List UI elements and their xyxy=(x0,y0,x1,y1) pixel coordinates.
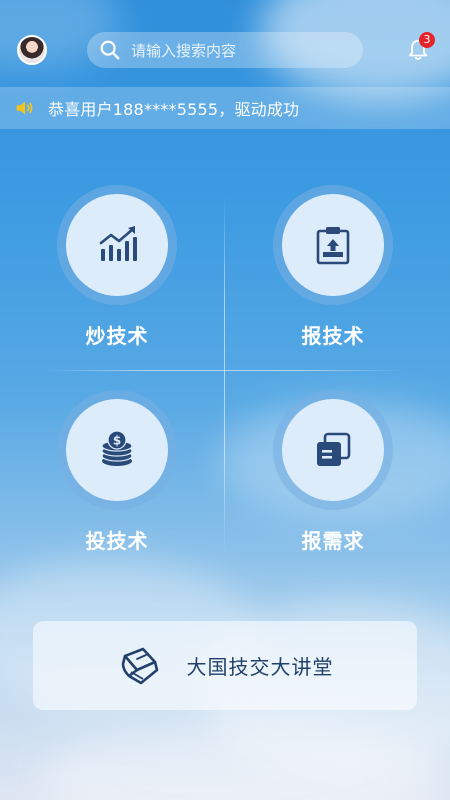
notification-badge: 3 xyxy=(419,32,435,48)
grid-divider-horizontal xyxy=(45,370,405,371)
clipboard-upload-icon xyxy=(316,227,350,265)
search-placeholder: 请输入搜索内容 xyxy=(131,41,237,60)
menu-item-icon-disc: $ xyxy=(66,399,168,501)
search-icon xyxy=(100,40,120,60)
menu-item-icon-disc xyxy=(282,194,384,296)
menu-item-label: 报技术 xyxy=(301,324,365,348)
menu-item-bao-xuqiu[interactable]: 报需求 xyxy=(263,390,403,570)
menu-item-icon-disc xyxy=(282,399,384,501)
book-icon xyxy=(121,647,158,684)
notice-bar: 恭喜用户188****5555，驱动成功 xyxy=(0,87,450,129)
speaker-icon xyxy=(16,101,33,115)
menu-item-icon-ring xyxy=(273,390,393,510)
grid-divider-vertical xyxy=(224,195,225,555)
documents-icon xyxy=(317,432,351,466)
coins-stack-icon: $ xyxy=(101,430,133,466)
search-bar[interactable]: 请输入搜索内容 xyxy=(87,32,363,68)
lecture-button[interactable]: 大国技交大讲堂 xyxy=(33,621,417,710)
menu-item-label: 炒技术 xyxy=(85,324,149,348)
lecture-label: 大国技交大讲堂 xyxy=(186,655,334,679)
menu-item-bao-jishu[interactable]: 报技术 xyxy=(263,185,403,365)
menu-item-label: 报需求 xyxy=(301,529,365,553)
chart-bars-icon xyxy=(99,226,137,261)
menu-item-icon-ring xyxy=(57,185,177,305)
menu-item-icon-disc xyxy=(66,194,168,296)
svg-text:$: $ xyxy=(113,434,121,448)
avatar[interactable] xyxy=(17,35,47,65)
menu-item-icon-ring: $ xyxy=(57,390,177,510)
notice-text: 恭喜用户188****5555，驱动成功 xyxy=(48,100,300,119)
menu-item-chao-jishu[interactable]: 炒技术 xyxy=(47,185,187,365)
menu-item-label: 投技术 xyxy=(85,529,149,553)
menu-item-tou-jishu[interactable]: $ 投技术 xyxy=(47,390,187,570)
menu-item-icon-ring xyxy=(273,185,393,305)
